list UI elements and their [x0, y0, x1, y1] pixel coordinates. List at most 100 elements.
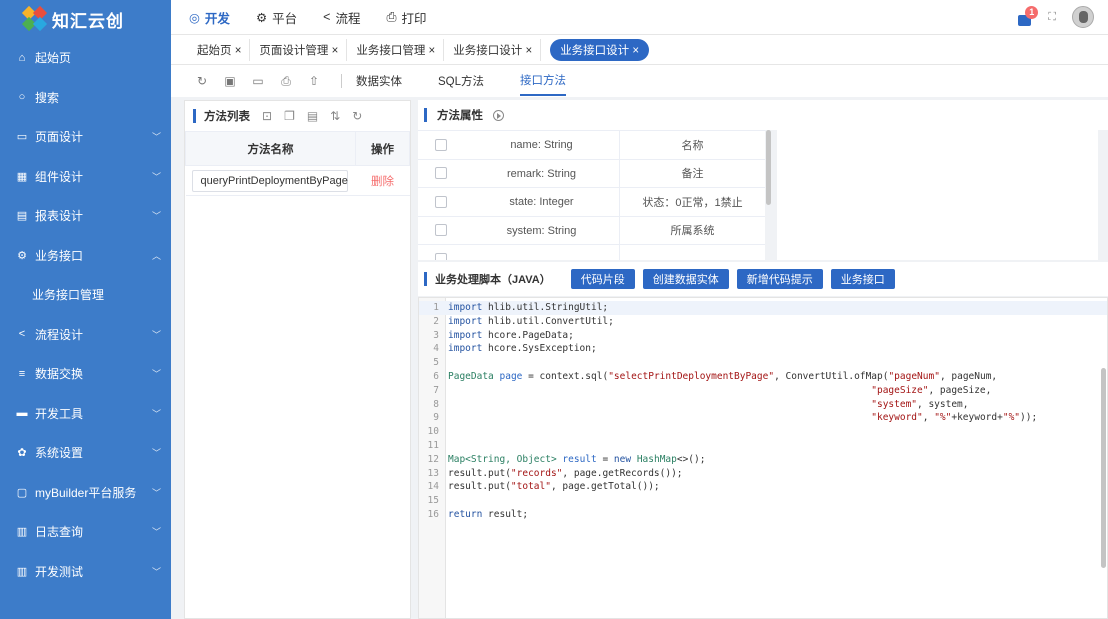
row-checkbox[interactable]	[418, 167, 464, 180]
subtab-data-entity[interactable]: 数据实体	[356, 67, 402, 95]
sidebar-item-2[interactable]: ▭ 页面设计 ﹀	[0, 117, 171, 157]
code-snippet-button[interactable]: 代码片段	[570, 269, 635, 289]
play-icon[interactable]	[493, 109, 504, 121]
print-icon[interactable]: ⎙	[279, 74, 293, 88]
sidebar-item-11[interactable]: ▢ myBuilder平台服务 ﹀	[0, 473, 171, 513]
prop-row[interactable]: state: Integer 状态：0正常，1禁止	[418, 188, 765, 217]
sidebar-item-7[interactable]: < 流程设计 ﹀	[0, 315, 171, 355]
tab-page-design-manage[interactable]: 页面设计管理 ×	[255, 38, 348, 61]
sidebar-item-label: 页面设计	[35, 130, 84, 145]
tab-api-design[interactable]: 业务接口设计 ×	[449, 38, 542, 61]
code-editor[interactable]: 1 import hlib.util.StringUtil; 2 import hl…	[418, 297, 1108, 619]
sidebar-item-13[interactable]: ▥ 开发测试 ﹀	[0, 552, 171, 592]
code-line: 6 PageData page = context.sql("selectPrin…	[433, 371, 998, 382]
prop-desc: 名称	[681, 139, 704, 152]
save-icon[interactable]: ▣	[223, 74, 237, 88]
sidebar-item-6[interactable]: 业务接口管理	[0, 275, 171, 315]
sidebar-item-10[interactable]: ✿ 系统设置 ﹀	[0, 433, 171, 473]
chevron-icon: ︿	[151, 250, 161, 261]
message-button[interactable]: 1	[1018, 6, 1039, 26]
row-checkbox[interactable]	[418, 195, 464, 208]
business-api-button[interactable]: 业务接口	[830, 269, 895, 289]
dev-icon: ◎	[189, 10, 200, 25]
method-name-field[interactable]: queryPrintDeploymentByPage	[191, 169, 348, 192]
prop-row[interactable]: system: String 所属系统	[418, 216, 765, 245]
method-props-header: 方法属性	[418, 100, 1108, 130]
avatar[interactable]	[1072, 6, 1094, 28]
fullscreen-icon[interactable]: ⛶	[1048, 11, 1056, 24]
chevron-icon: ﹀	[151, 171, 161, 182]
prop-row[interactable]: remark: String 备注	[418, 159, 765, 188]
create-entity-button[interactable]: 创建数据实体	[642, 269, 729, 289]
log-icon: ▥	[16, 526, 28, 539]
sidebar-item-5[interactable]: ⚙ 业务接口 ︿	[0, 236, 171, 276]
topnav-dev[interactable]: ◎ 开发	[189, 8, 230, 27]
method-list-panel: 方法列表 ⊡ ❐ ▤ ⇅ ↻ 方法名称 操作 queryPrintDeploym…	[184, 100, 411, 619]
script-title: 业务处理脚本（JAVA）	[435, 274, 551, 286]
code-line: 9 "keyword", "%"+keyword+"%"));	[433, 412, 1038, 424]
prop-desc: 状态：0正常，1禁止	[642, 196, 743, 209]
sidebar-item-3[interactable]: ▦ 组件设计 ﹀	[0, 157, 171, 197]
add-icon[interactable]: ⊡	[262, 109, 272, 123]
chevron-icon: ﹀	[151, 527, 161, 538]
message-badge: 1	[1025, 6, 1039, 19]
code-line: 15	[427, 495, 439, 507]
tab-bar: 起始页 × 页面设计管理 × 业务接口管理 × 业务接口设计 × 业务接口设计 …	[171, 35, 1108, 65]
logo-icon	[21, 5, 48, 32]
sidebar-item-label: 日志查询	[35, 525, 84, 540]
sidebar-item-label: 搜索	[35, 90, 60, 105]
topnav-platform[interactable]: ⚙ 平台	[256, 8, 297, 27]
settings-icon: ✿	[17, 447, 27, 460]
sidebar-item-1[interactable]: ○ 搜索	[0, 78, 171, 118]
home-icon: ⌂	[18, 51, 26, 64]
prop-name: state: Integer	[464, 188, 620, 216]
paste-icon[interactable]: ▤	[307, 109, 318, 123]
sidebar-item-12[interactable]: ▥ 日志查询 ﹀	[0, 512, 171, 552]
table-row[interactable]: queryPrintDeploymentByPage 删除	[185, 165, 410, 196]
sort-icon[interactable]: ⇅	[330, 109, 340, 123]
delete-link[interactable]: 删除	[355, 165, 410, 196]
col-method-name: 方法名称	[185, 131, 356, 166]
sidebar-item-0[interactable]: ⌂ 起始页	[0, 38, 171, 78]
tab-api-design-active[interactable]: 业务接口设计 ×	[550, 38, 650, 61]
tab-home[interactable]: 起始页 ×	[193, 38, 251, 61]
row-checkbox[interactable]	[418, 138, 464, 151]
code-line: 16 return result;	[427, 509, 529, 520]
row-checkbox[interactable]	[418, 252, 464, 260]
props-scrollbar[interactable]	[766, 130, 771, 205]
add-code-hint-button[interactable]: 新增代码提示	[736, 269, 823, 289]
subtab-api-method[interactable]: 接口方法	[520, 66, 567, 96]
sidebar-item-9[interactable]: ▬ 开发工具 ﹀	[0, 394, 171, 434]
report-icon: ▤	[16, 210, 28, 223]
refresh-icon[interactable]: ↻	[352, 109, 362, 123]
sidebar-item-label: 起始页	[35, 51, 72, 66]
copy-icon[interactable]: ❐	[284, 109, 295, 123]
editor-scrollbar[interactable]	[1101, 368, 1106, 568]
page-icon: ▭	[16, 131, 28, 144]
sidebar-item-4[interactable]: ▤ 报表设计 ﹀	[0, 196, 171, 236]
prop-name: name: String	[464, 131, 620, 159]
sidebar-item-8[interactable]: ≡ 数据交换 ﹀	[0, 354, 171, 394]
platform-icon: ⚙	[255, 10, 268, 25]
folder-open-icon[interactable]: ▭	[251, 74, 265, 88]
code-line: 3 import hcore.PageData;	[433, 329, 574, 341]
chevron-icon: ﹀	[151, 408, 161, 419]
topnav-flow[interactable]: < 流程	[323, 8, 360, 27]
search-icon: ○	[18, 91, 26, 104]
logo[interactable]: 知汇云创	[0, 0, 171, 38]
upload-icon[interactable]: ⇧	[307, 74, 321, 88]
sidebar: 知汇云创 ⌂ 起始页 ○ 搜索 ▭ 页面设计 ﹀ ▦ 组件设计 ﹀ ▤ 报表设计 ﹀ ⚙ 业务接口 ︿ 业务接口…	[0, 0, 171, 619]
gear-icon: ⚙	[17, 249, 27, 262]
sidebar-item-label: 业务接口管理	[32, 288, 105, 303]
code-line: 4 import hcore.SysException;	[433, 343, 597, 355]
tab-api-manage[interactable]: 业务接口管理 ×	[352, 38, 445, 61]
prop-row[interactable]	[418, 245, 765, 260]
topnav-print[interactable]: ⎙ 打印	[387, 8, 427, 27]
toolbar-divider	[341, 74, 342, 88]
sidebar-item-label: 开发测试	[35, 564, 84, 579]
refresh-icon[interactable]: ↻	[195, 74, 209, 88]
row-checkbox[interactable]	[418, 224, 464, 237]
subtab-sql-method[interactable]: SQL方法	[438, 67, 484, 95]
prop-row[interactable]: name: String 名称	[418, 131, 765, 160]
code-line: 2 import hlib.util.ConvertUtil;	[433, 315, 614, 327]
